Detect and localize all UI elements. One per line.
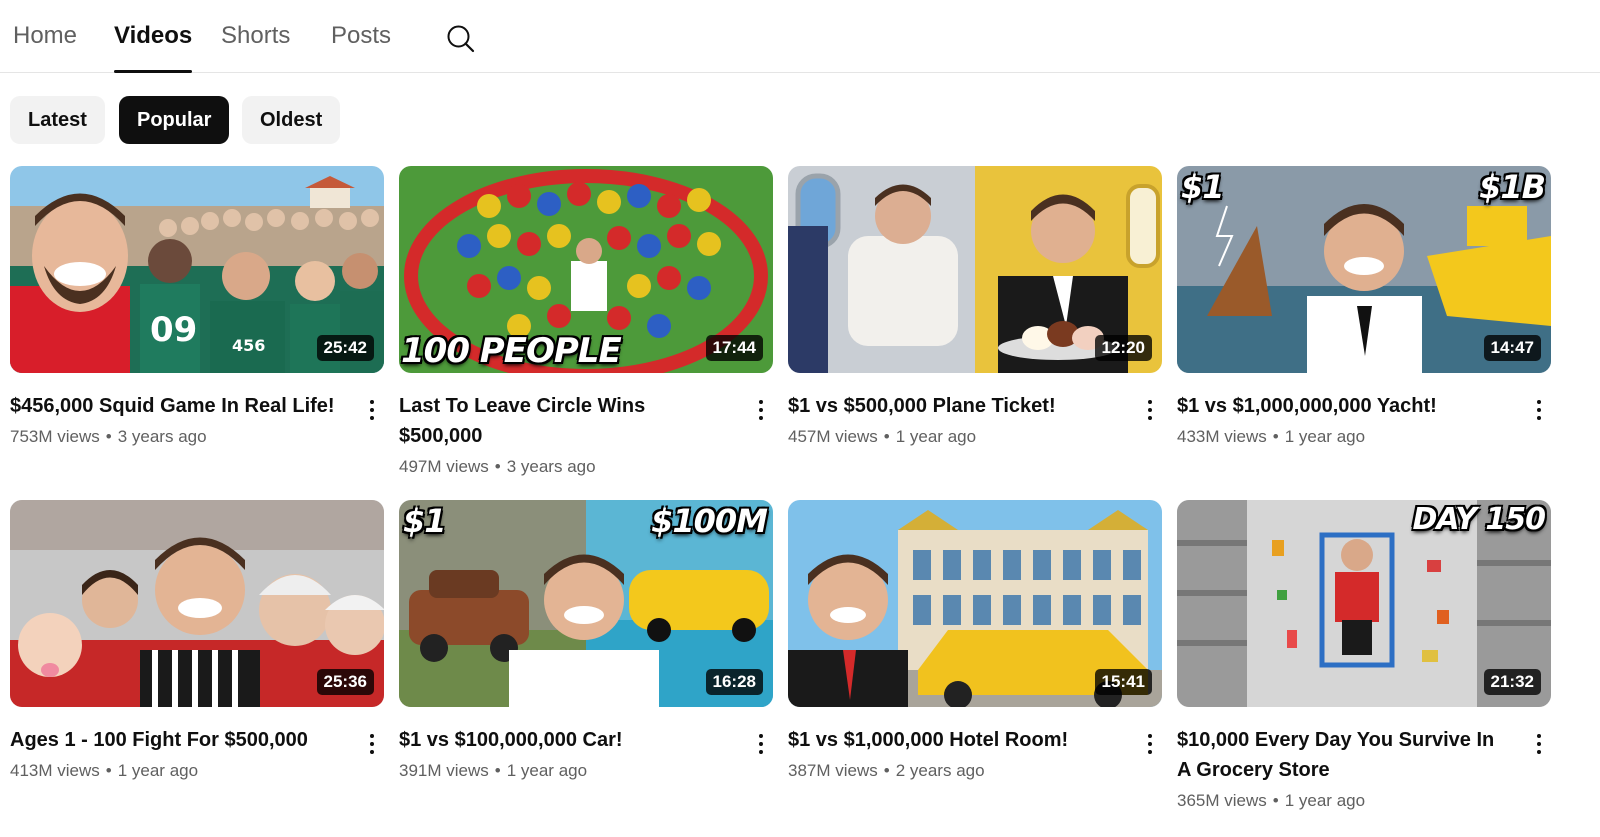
- upload-age: 1 year ago: [506, 761, 588, 780]
- search-icon[interactable]: [446, 24, 476, 54]
- upload-age: 1 year ago: [895, 427, 977, 446]
- video-duration: 25:36: [316, 669, 374, 695]
- video-stats: 497M views • 3 years ago: [399, 457, 596, 476]
- tab-home[interactable]: Home: [13, 22, 77, 73]
- video-thumbnail[interactable]: 25:36: [10, 500, 384, 707]
- video-thumbnail[interactable]: 09 456 25:42: [10, 166, 384, 373]
- video-card: 09 456 25:42 $456,000 Squid Game In Real…: [10, 166, 384, 447]
- chip-popular[interactable]: Popular: [119, 96, 230, 144]
- video-title[interactable]: $1 vs $1,000,000 Hotel Room!: [788, 725, 1122, 755]
- video-card: DAY 150 21:32 $10,000 Every Day You Surv…: [1177, 500, 1551, 811]
- view-count: 387M views: [788, 761, 878, 780]
- video-duration: 14:47: [1483, 335, 1541, 361]
- more-options-icon[interactable]: [749, 729, 773, 759]
- video-title[interactable]: Last To Leave Circle Wins $500,000: [399, 391, 733, 451]
- more-options-icon[interactable]: [1138, 395, 1162, 425]
- tab-posts[interactable]: Posts: [331, 22, 391, 73]
- view-count: 497M views: [399, 457, 489, 476]
- thumbnail-caption-left: $1: [403, 502, 447, 540]
- chip-latest[interactable]: Latest: [10, 96, 105, 144]
- video-stats: 433M views • 1 year ago: [1177, 427, 1366, 446]
- video-duration: 21:32: [1483, 669, 1541, 695]
- channel-tab-bar: Home Videos Shorts Posts: [0, 0, 1600, 73]
- video-card: 12:20 $1 vs $500,000 Plane Ticket! 457M …: [788, 166, 1162, 447]
- video-duration: 25:42: [316, 335, 374, 361]
- video-stats: 457M views • 1 year ago: [788, 427, 977, 446]
- view-count: 365M views: [1177, 791, 1267, 810]
- video-title[interactable]: $1 vs $500,000 Plane Ticket!: [788, 391, 1122, 421]
- video-card: 15:41 $1 vs $1,000,000 Hotel Room! 387M …: [788, 500, 1162, 781]
- view-count: 413M views: [10, 761, 100, 780]
- more-options-icon[interactable]: [360, 395, 384, 425]
- video-thumbnail[interactable]: 100 PEOPLE 17:44: [399, 166, 773, 373]
- video-stats: 413M views • 1 year ago: [10, 761, 199, 780]
- video-title[interactable]: Ages 1 - 100 Fight For $500,000: [10, 725, 344, 755]
- video-card: $1 $1B 14:47 $1 vs $1,000,000,000 Yacht!…: [1177, 166, 1551, 447]
- video-thumbnail[interactable]: 15:41: [788, 500, 1162, 707]
- more-options-icon[interactable]: [749, 395, 773, 425]
- video-thumbnail[interactable]: $1 $1B 14:47: [1177, 166, 1551, 373]
- svg-text:456: 456: [232, 336, 265, 355]
- video-thumbnail[interactable]: DAY 150 21:32: [1177, 500, 1551, 707]
- tab-videos[interactable]: Videos: [114, 22, 193, 73]
- video-stats: 753M views • 3 years ago: [10, 427, 207, 446]
- video-stats: 387M views • 2 years ago: [788, 761, 985, 780]
- upload-age: 1 year ago: [117, 761, 199, 780]
- thumbnail-caption: DAY 150: [1412, 502, 1546, 537]
- view-count: 391M views: [399, 761, 489, 780]
- svg-text:09: 09: [150, 310, 197, 350]
- upload-age: 1 year ago: [1284, 791, 1366, 810]
- video-title[interactable]: $10,000 Every Day You Survive In A Groce…: [1177, 725, 1511, 785]
- video-title[interactable]: $1 vs $100,000,000 Car!: [399, 725, 733, 755]
- view-count: 433M views: [1177, 427, 1267, 446]
- tab-shorts[interactable]: Shorts: [221, 22, 290, 73]
- video-card: $1 $100M 16:28 $1 vs $100,000,000 Car! 3…: [399, 500, 773, 781]
- more-options-icon[interactable]: [1138, 729, 1162, 759]
- more-options-icon[interactable]: [1527, 395, 1551, 425]
- more-options-icon[interactable]: [1527, 729, 1551, 759]
- upload-age: 3 years ago: [506, 457, 596, 476]
- video-duration: 12:20: [1094, 335, 1152, 361]
- chip-oldest[interactable]: Oldest: [242, 96, 341, 144]
- thumbnail-caption-right: $1B: [1479, 168, 1546, 206]
- video-title[interactable]: $1 vs $1,000,000,000 Yacht!: [1177, 391, 1511, 421]
- video-card: 25:36 Ages 1 - 100 Fight For $500,000 41…: [10, 500, 384, 781]
- upload-age: 2 years ago: [895, 761, 985, 780]
- video-card: 100 PEOPLE 17:44 Last To Leave Circle Wi…: [399, 166, 773, 477]
- video-thumbnail[interactable]: $1 $100M 16:28: [399, 500, 773, 707]
- video-duration: 16:28: [705, 669, 763, 695]
- view-count: 457M views: [788, 427, 878, 446]
- thumbnail-caption-left: $1: [1181, 168, 1225, 206]
- upload-age: 1 year ago: [1284, 427, 1366, 446]
- video-stats: 365M views • 1 year ago: [1177, 791, 1366, 810]
- video-duration: 17:44: [705, 335, 763, 361]
- video-duration: 15:41: [1094, 669, 1152, 695]
- video-stats: 391M views • 1 year ago: [399, 761, 588, 780]
- thumbnail-caption-right: $100M: [651, 502, 768, 540]
- upload-age: 3 years ago: [117, 427, 207, 446]
- video-thumbnail[interactable]: 12:20: [788, 166, 1162, 373]
- video-title[interactable]: $456,000 Squid Game In Real Life!: [10, 391, 344, 421]
- thumbnail-caption: 100 PEOPLE: [401, 331, 622, 371]
- more-options-icon[interactable]: [360, 729, 384, 759]
- view-count: 753M views: [10, 427, 100, 446]
